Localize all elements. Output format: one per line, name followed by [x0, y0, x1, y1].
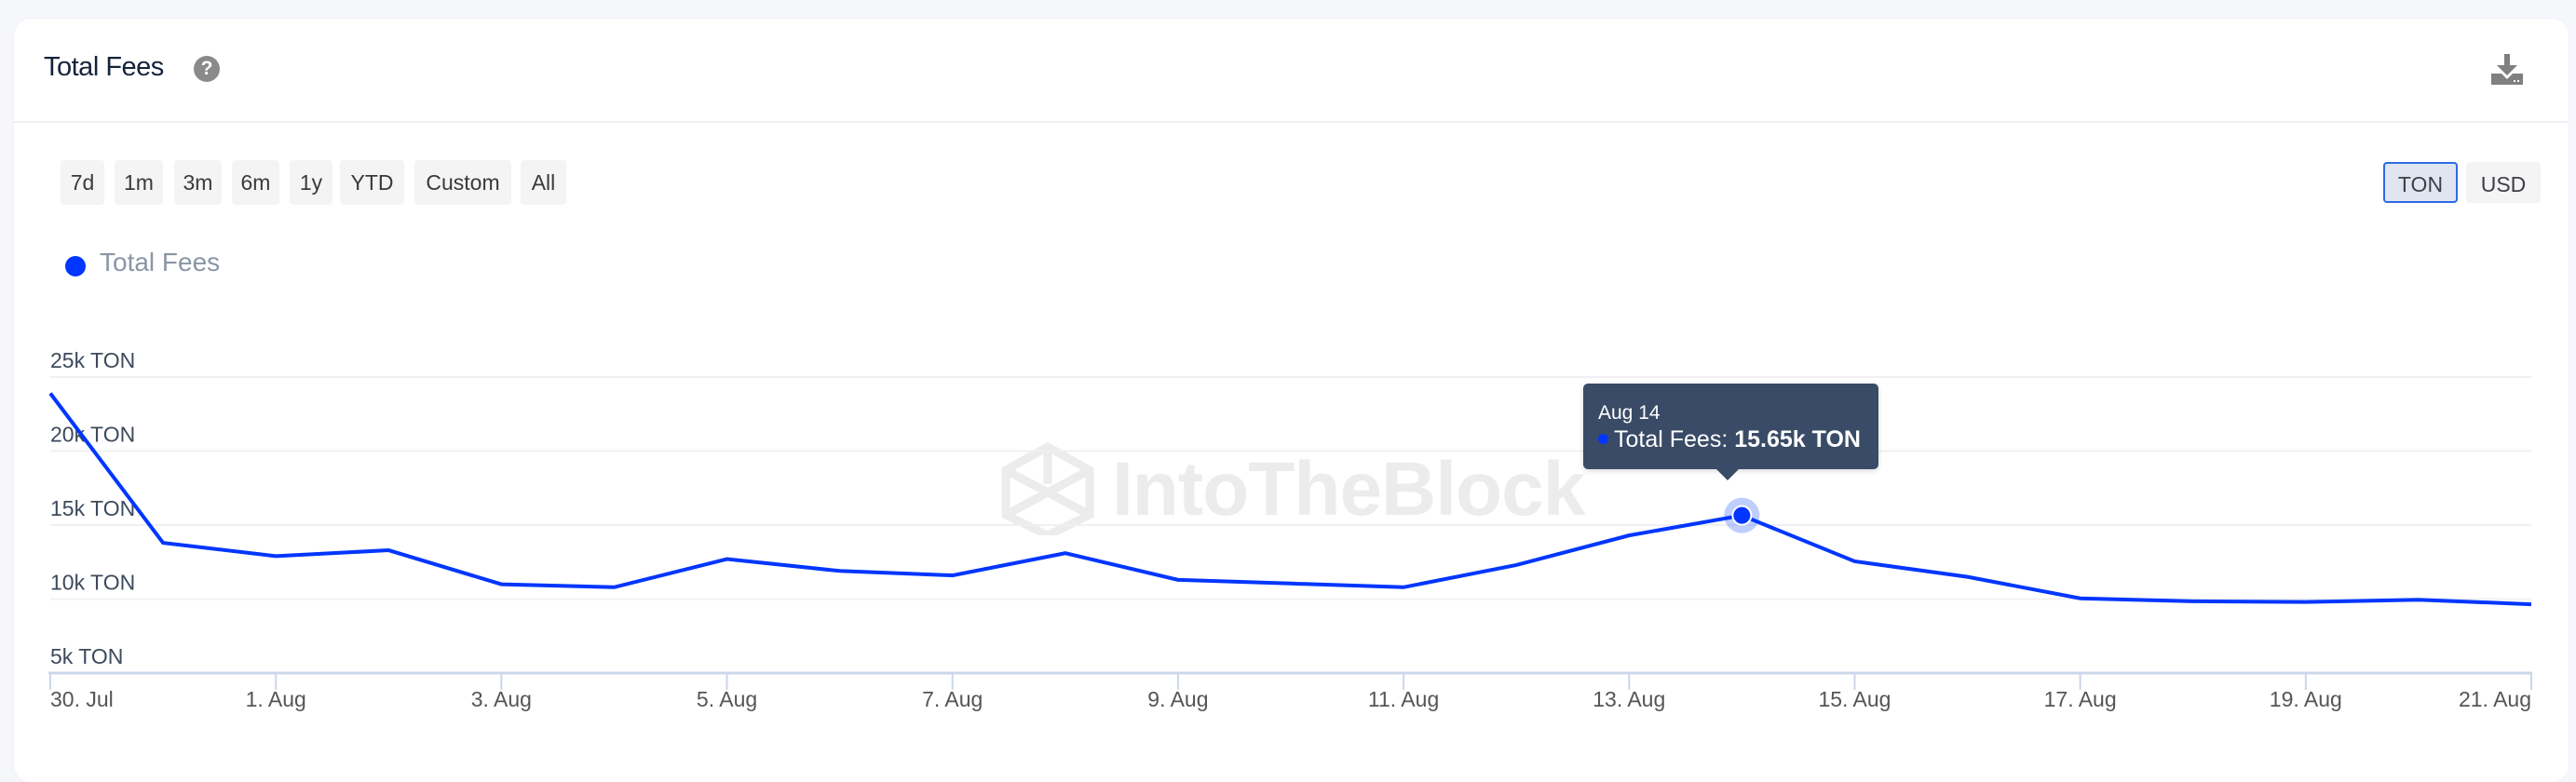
y-tick-label: 10k TON	[50, 571, 135, 595]
chart-tooltip: Aug 14 Total Fees: 15.65k TON	[1583, 384, 1878, 480]
x-tick-label: 9. Aug	[1147, 687, 1208, 711]
tooltip-series-dot	[1598, 434, 1608, 444]
y-tick-label: 25k TON	[50, 348, 135, 372]
x-tick-label: 19. Aug	[2270, 687, 2342, 711]
tooltip-series-label: Total Fees:	[1614, 426, 1735, 452]
hover-point-marker	[1731, 505, 1753, 526]
y-tick-label: 15k TON	[50, 496, 135, 520]
x-tick-label: 13. Aug	[1593, 687, 1665, 711]
x-tick-label: 17. Aug	[2044, 687, 2117, 711]
x-tick-label: 21. Aug	[2459, 687, 2531, 711]
tooltip-value: 15.65k TON	[1734, 426, 1861, 452]
x-tick-label: 1. Aug	[246, 687, 306, 711]
series-line-total-fees	[48, 392, 2532, 607]
x-tick-label: 5. Aug	[697, 687, 757, 711]
tooltip-series-line: Total Fees: 15.65k TON	[1598, 426, 1861, 453]
y-tick-label: 20k TON	[50, 423, 135, 447]
tooltip-date: Aug 14	[1598, 402, 1661, 424]
x-tick-label: 30. Jul	[50, 687, 114, 711]
x-tick-label: 15. Aug	[1818, 687, 1891, 711]
x-tick-label: 7. Aug	[922, 687, 983, 711]
line-chart: 5k TON 10k TON 15k TON 20k TON 25k TON 30. J…	[48, 348, 2532, 711]
x-tick-label: 3. Aug	[471, 687, 532, 711]
y-tick-label: 5k TON	[50, 644, 123, 668]
x-tick-label: 11. Aug	[1368, 687, 1439, 711]
